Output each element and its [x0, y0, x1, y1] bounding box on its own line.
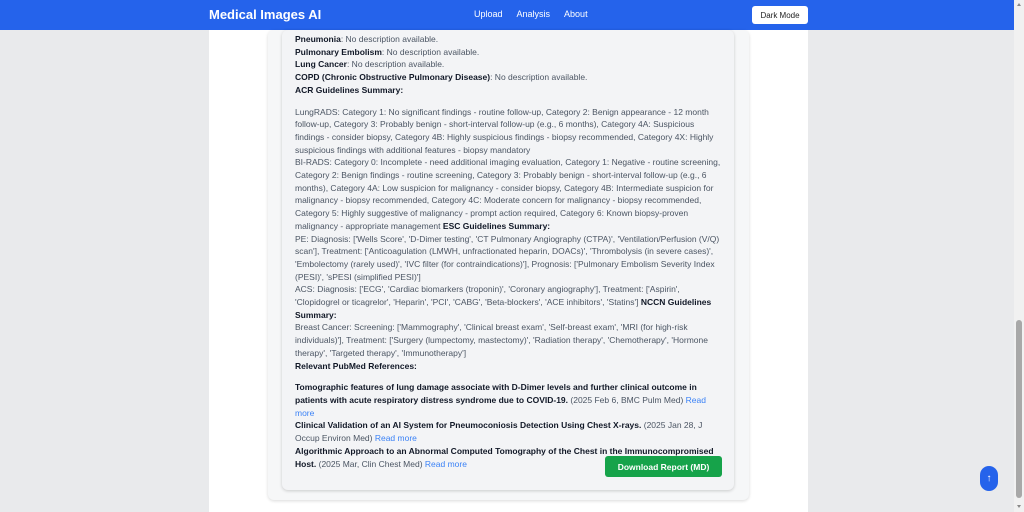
nav-links: Upload Analysis About — [474, 9, 588, 19]
acs-text: ACS: Diagnosis: ['ECG', 'Cardiac biomark… — [295, 284, 680, 308]
nav-link-analysis[interactable]: Analysis — [517, 9, 551, 19]
condition-name: Pulmonary Embolism — [295, 46, 382, 57]
birads-text: BI-RADS: Category 0: Incomplete - need a… — [295, 157, 721, 231]
reference-meta: (2025 Mar, Clin Chest Med) — [316, 458, 425, 469]
app-brand[interactable]: Medical Images AI — [209, 7, 321, 22]
scroll-up-arrow-icon[interactable] — [1017, 3, 1021, 6]
dark-mode-button[interactable]: Dark Mode — [752, 6, 808, 24]
acr-heading: ACR Guidelines Summary: — [295, 84, 404, 95]
acs-paragraph: ACS: Diagnosis: ['ECG', 'Cardiac biomark… — [295, 283, 725, 321]
read-more-link[interactable]: Read more — [425, 459, 467, 469]
pe-text: PE: Diagnosis: ['Wells Score', 'D-Dimer … — [295, 233, 720, 282]
nav-link-about[interactable]: About — [564, 9, 588, 19]
condition-name: Pneumonia — [295, 34, 341, 44]
condition-item: COPD (Chronic Obstructive Pulmonary Dise… — [295, 71, 725, 84]
condition-name: Lung Cancer — [295, 59, 347, 70]
condition-desc: : No description available. — [381, 46, 480, 57]
scroll-down-arrow-icon[interactable] — [1017, 505, 1021, 508]
report-content: Pneumonia: No description available. Pul… — [295, 33, 725, 470]
page-scrollbar[interactable] — [1014, 0, 1024, 512]
condition-name: COPD (Chronic Obstructive Pulmonary Dise… — [295, 72, 491, 83]
pubmed-heading: Relevant PubMed References: — [295, 360, 417, 371]
navbar: Medical Images AI Upload Analysis About … — [0, 0, 1014, 30]
scroll-to-top-button[interactable]: ↑ — [980, 466, 998, 491]
scrollbar-thumb[interactable] — [1016, 320, 1022, 498]
condition-item: Lung Cancer: No description available. — [295, 58, 725, 71]
condition-desc: : No description available. — [346, 59, 445, 70]
breast-cancer-text: Breast Cancer: Screening: ['Mammography'… — [295, 322, 708, 358]
condition-desc: : No description available. — [490, 72, 588, 83]
lungrads-text: LungRADS: Category 1: No significant fin… — [295, 106, 714, 155]
reference-meta: (2025 Feb 6, BMC Pulm Med) — [568, 394, 686, 405]
condition-item: Pneumonia: No description available. — [295, 33, 725, 46]
birads-paragraph: BI-RADS: Category 0: Incomplete - need a… — [295, 156, 725, 232]
nav-link-upload[interactable]: Upload — [474, 9, 503, 19]
condition-item: Pulmonary Embolism: No description avail… — [295, 46, 725, 59]
download-report-button[interactable]: Download Report (MD) — [605, 456, 722, 477]
reference-title: Clinical Validation of an AI System for … — [295, 420, 642, 431]
condition-desc: : No description available. — [340, 34, 439, 44]
read-more-link[interactable]: Read more — [375, 433, 417, 443]
reference-item: Clinical Validation of an AI System for … — [295, 419, 725, 444]
esc-heading: ESC Guidelines Summary: — [442, 220, 551, 231]
reference-item: Tomographic features of lung damage asso… — [295, 381, 725, 419]
